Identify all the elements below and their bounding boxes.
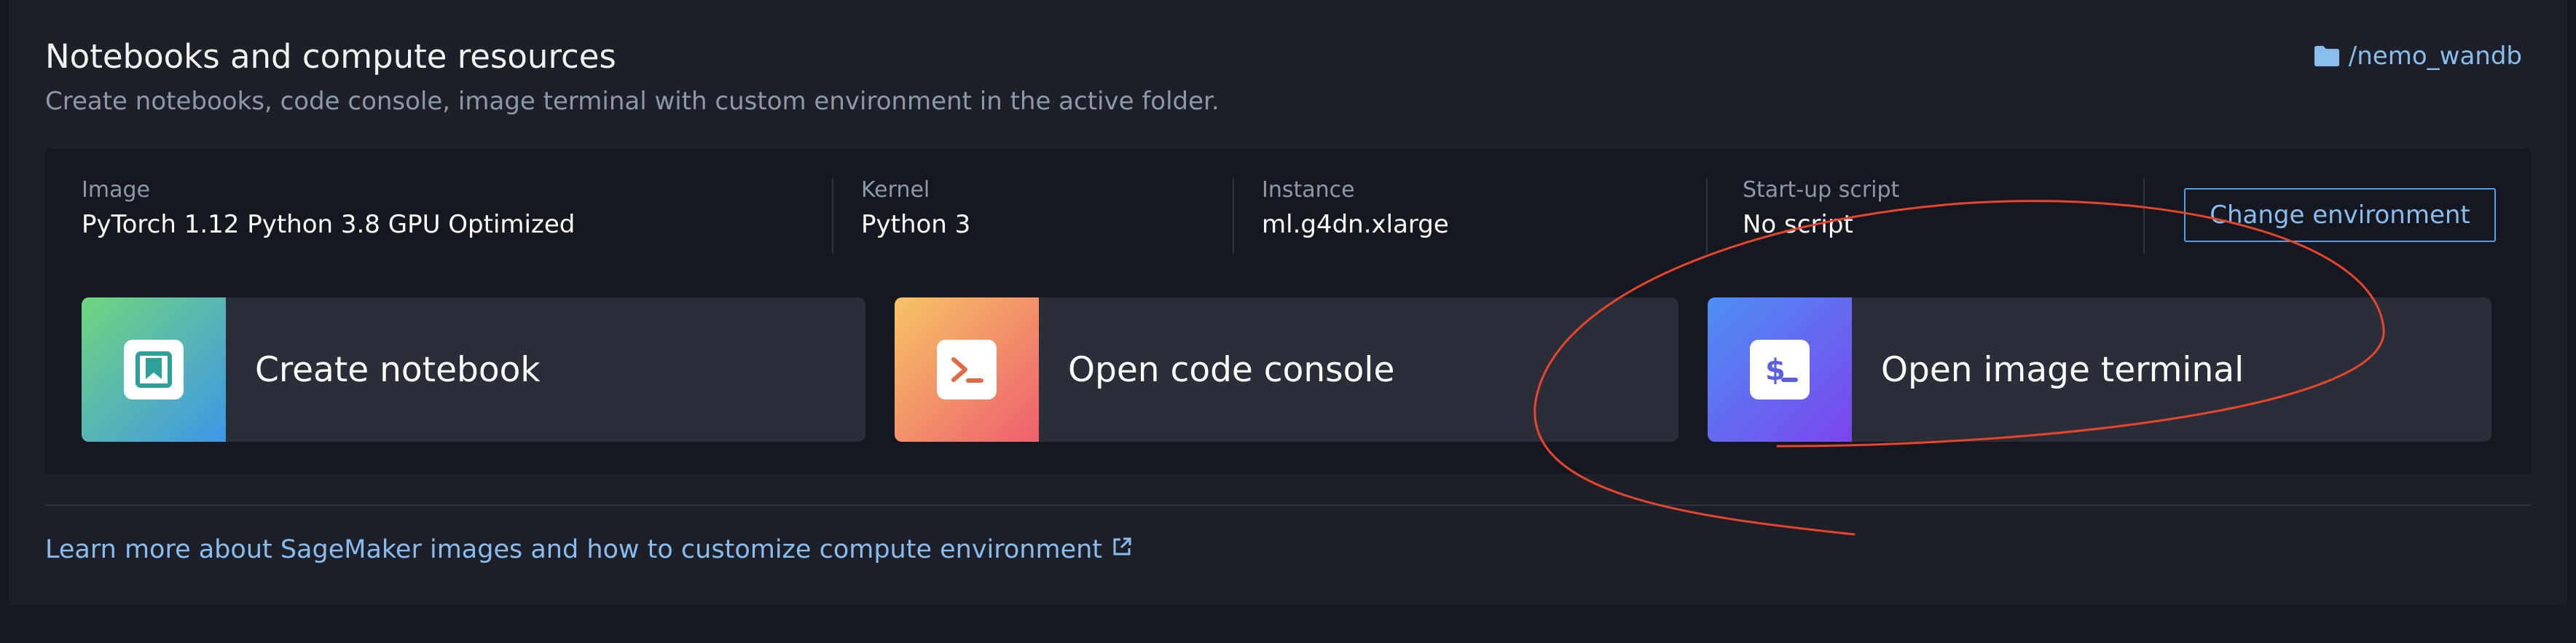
notebooks-panel: Notebooks and compute resources Create n… (9, 0, 2567, 605)
card-icon-bg (82, 297, 226, 442)
card-icon-bg: $ (1708, 297, 1852, 442)
terminal-icon: $ (1750, 340, 1810, 400)
external-link-icon (1111, 535, 1133, 564)
section-divider (45, 504, 2531, 506)
folder-link[interactable]: /nemo_wandb (2314, 42, 2522, 71)
startup-label: Start-up script (1743, 177, 1900, 203)
instance-info: Instance ml.g4dn.xlarge (1262, 176, 1449, 242)
create-notebook-card[interactable]: Create notebook (82, 297, 865, 442)
kernel-value: Python 3 (861, 210, 971, 239)
image-info: Image PyTorch 1.12 Python 3.8 GPU Optimi… (82, 176, 575, 242)
card-label: Create notebook (255, 349, 541, 390)
panel-subtitle: Create notebooks, code console, image te… (45, 87, 1220, 116)
divider (1233, 178, 1234, 254)
instance-label: Instance (1262, 177, 1355, 203)
folder-path: /nemo_wandb (2348, 42, 2522, 71)
image-value: PyTorch 1.12 Python 3.8 GPU Optimized (82, 210, 576, 239)
instance-value: ml.g4dn.xlarge (1262, 210, 1449, 239)
card-icon-bg (895, 297, 1039, 442)
image-label: Image (82, 177, 150, 203)
startup-info: Start-up script No script (1743, 176, 1899, 242)
notebook-icon (124, 340, 184, 400)
divider (2143, 178, 2145, 254)
learn-more-link[interactable]: Learn more about SageMaker images and ho… (45, 535, 1133, 564)
folder-icon (2314, 45, 2340, 67)
panel-title: Notebooks and compute resources (45, 37, 616, 76)
kernel-label: Kernel (861, 177, 930, 203)
card-label: Open image terminal (1881, 349, 2245, 390)
startup-value: No script (1743, 210, 1853, 239)
environment-box: Image PyTorch 1.12 Python 3.8 GPU Optimi… (45, 149, 2531, 474)
divider (1706, 178, 1708, 254)
divider (832, 178, 833, 254)
card-label: Open code console (1068, 349, 1395, 390)
learn-more-text: Learn more about SageMaker images and ho… (45, 535, 1103, 564)
console-icon (937, 340, 997, 400)
open-code-console-card[interactable]: Open code console (895, 297, 1678, 442)
change-environment-button[interactable]: Change environment (2184, 188, 2496, 242)
svg-text:$: $ (1765, 354, 1786, 387)
open-image-terminal-card[interactable]: $ Open image terminal (1708, 297, 2491, 442)
kernel-info: Kernel Python 3 (861, 176, 970, 242)
